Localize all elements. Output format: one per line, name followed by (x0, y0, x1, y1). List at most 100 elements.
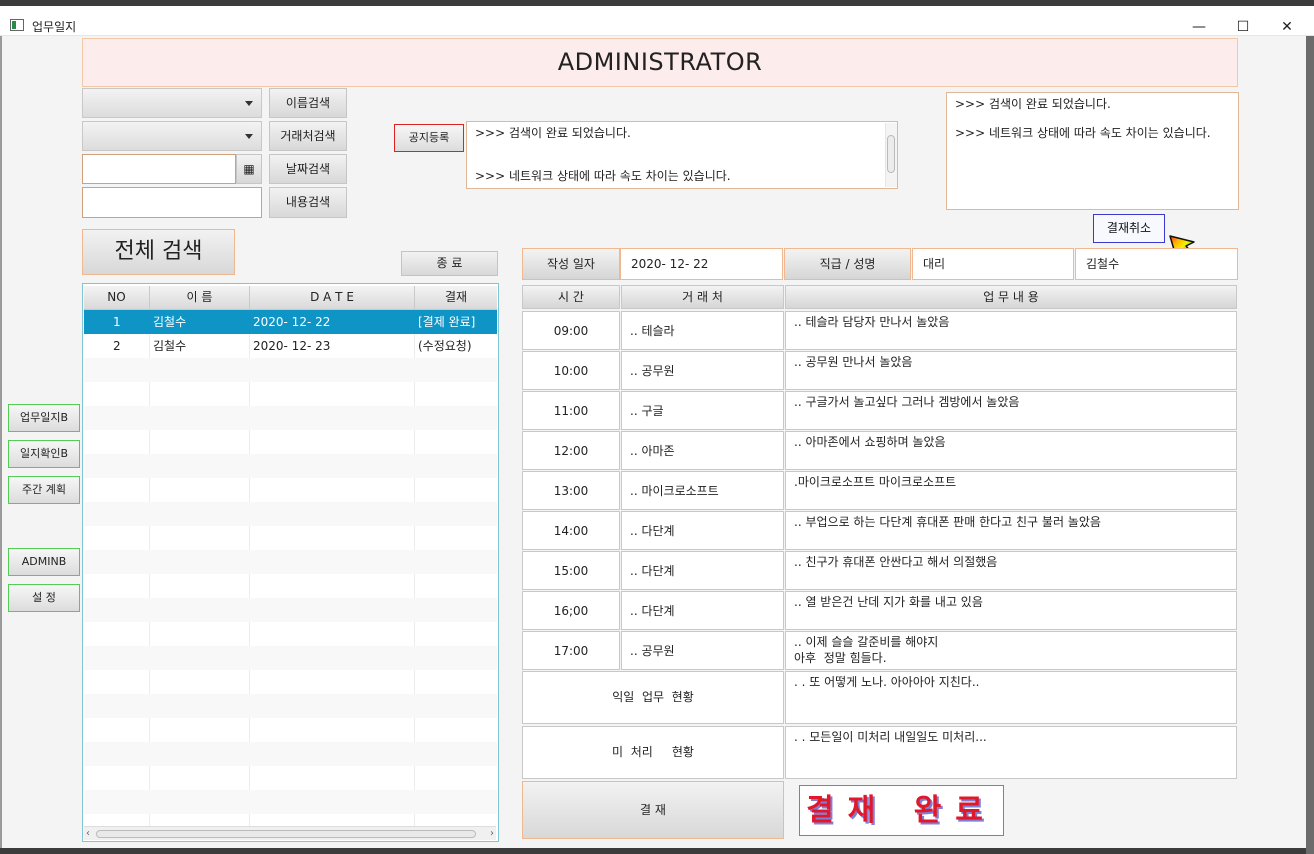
table-row[interactable] (84, 430, 497, 454)
task-field[interactable]: .. 열 받은건 난데 지가 화를 내고 있음 (785, 591, 1237, 630)
time-cell: 10:00 (522, 351, 620, 390)
task-text: .. 공무원 만나서 놀았음 (794, 355, 913, 369)
horizontal-scrollbar[interactable]: ‹ › (84, 826, 496, 840)
page-title: ADMINISTRATOR (82, 38, 1238, 87)
column-header-status[interactable]: 결재 (415, 286, 497, 310)
scroll-right-icon[interactable]: › (490, 827, 494, 840)
task-field[interactable]: .. 친구가 휴대폰 안싼다고 해서 의절했음 (785, 551, 1237, 590)
table-row[interactable] (84, 694, 497, 718)
approve-button[interactable]: 결 재 (522, 781, 784, 839)
column-header-name[interactable]: 이 름 (150, 286, 250, 310)
table-row[interactable] (84, 622, 497, 646)
column-header-date[interactable]: D A T E (250, 286, 415, 310)
notice-line: >>> 네트워크 상태에 따라 속도 차이는 있습니다. (475, 168, 731, 183)
row-date: 2020- 12- 23 (253, 339, 331, 353)
sidebar-item-settings[interactable]: 설 정 (8, 584, 80, 612)
client-select[interactable] (82, 121, 262, 151)
cancel-approval-button[interactable]: 결재취소 (1093, 214, 1165, 243)
table-row[interactable] (84, 550, 497, 574)
date-value: 2020- 12- 22 (620, 248, 783, 280)
notice-register-button[interactable]: 공지등록 (394, 124, 464, 152)
time-cell: 09:00 (522, 311, 620, 350)
table-row[interactable] (84, 742, 497, 766)
pending-field[interactable]: . . 모든일이 미처리 내일일도 미처리... (785, 726, 1237, 779)
client-search-button[interactable]: 거래처검색 (269, 121, 347, 151)
log-list-table[interactable]: NO 이 름 D A T E 결재 1 김철수 2020- 12- 22 [결제… (82, 283, 499, 842)
scrollbar-thumb[interactable] (887, 135, 895, 173)
status-line (955, 113, 1230, 126)
task-text: .. 친구가 휴대폰 안싼다고 해서 의절했음 (794, 555, 998, 569)
time-cell: 16;00 (522, 591, 620, 630)
table-row[interactable] (84, 646, 497, 670)
name-select[interactable] (82, 88, 262, 118)
table-row[interactable] (84, 478, 497, 502)
all-search-button[interactable]: 전체 검색 (82, 229, 235, 275)
table-row[interactable] (84, 574, 497, 598)
client-field[interactable]: .. 공무원 (621, 351, 784, 390)
client-field[interactable]: .. 공무원 (621, 631, 784, 670)
task-text: .. 부업으로 하는 다단계 휴대폰 판매 한다고 친구 불러 놀았음 (794, 515, 1101, 529)
content-search-button[interactable]: 내용검색 (269, 187, 347, 218)
status-line: >>> 네트워크 상태에 따라 속도 차이는 있습니다. (955, 125, 1211, 140)
table-row[interactable] (84, 526, 497, 550)
table-row[interactable] (84, 454, 497, 478)
client-field[interactable]: .. 아마존 (621, 431, 784, 470)
client-field[interactable]: .. 구글 (621, 391, 784, 430)
column-header-no[interactable]: NO (84, 286, 150, 310)
window-right-border (1306, 36, 1314, 854)
column-header-client: 거 래 처 (621, 285, 784, 309)
tomorrow-label: 익일 업무 현황 (522, 671, 784, 724)
table-row[interactable] (84, 406, 497, 430)
task-text: .. 아마존에서 쇼핑하며 놀았음 (794, 435, 946, 449)
table-row[interactable] (84, 718, 497, 742)
window-left-border (0, 36, 2, 854)
row-status: (수정요청) (418, 339, 472, 353)
column-header-task: 업 무 내 용 (785, 285, 1237, 309)
task-field[interactable]: .. 공무원 만나서 놀았음 (785, 351, 1237, 390)
task-field[interactable]: .마이크로소프트 마이크로소프트 (785, 471, 1237, 510)
sidebar-item-admin[interactable]: ADMINB (8, 548, 80, 576)
date-input[interactable] (82, 154, 236, 184)
task-field[interactable]: .. 부업으로 하는 다단계 휴대폰 판매 한다고 친구 불러 놀았음 (785, 511, 1237, 550)
task-text: .. 테슬라 담당자 만나서 놀았음 (794, 315, 950, 329)
calendar-icon[interactable]: ▦ (236, 154, 262, 184)
name-search-button[interactable]: 이름검색 (269, 88, 347, 118)
task-field[interactable]: .. 아마존에서 쇼핑하며 놀았음 (785, 431, 1237, 470)
scrollbar-thumb[interactable] (96, 830, 476, 838)
client-field[interactable]: .. 다단계 (621, 511, 784, 550)
content-input[interactable] (82, 187, 262, 218)
table-row[interactable] (84, 358, 497, 382)
table-row[interactable] (84, 598, 497, 622)
client-field[interactable]: .. 다단계 (621, 591, 784, 630)
sidebar-item-log-check[interactable]: 일지확인B (8, 440, 80, 468)
table-row[interactable]: 1 김철수 2020- 12- 22 [결제 완료] (84, 310, 497, 334)
table-row[interactable] (84, 502, 497, 526)
date-search-button[interactable]: 날짜검색 (269, 154, 347, 184)
client-field[interactable]: .. 다단계 (621, 551, 784, 590)
task-field[interactable]: .. 테슬라 담당자 만나서 놀았음 (785, 311, 1237, 350)
sidebar-item-weekly-plan[interactable]: 주간 계획 (8, 476, 80, 504)
sidebar-item-work-log[interactable]: 업무일지B (8, 404, 80, 432)
pending-text: . . 모든일이 미처리 내일일도 미처리... (794, 730, 987, 744)
chevron-down-icon (245, 134, 253, 139)
tomorrow-field[interactable]: . . 또 어떻게 노나. 아아아아 지친다.. (785, 671, 1237, 724)
scroll-left-icon[interactable]: ‹ (86, 827, 90, 840)
task-text: .마이크로소프트 마이크로소프트 (794, 475, 957, 489)
table-row[interactable] (84, 790, 497, 814)
table-row[interactable] (84, 670, 497, 694)
status-textarea[interactable]: >>> 검색이 완료 되었습니다. >>> 네트워크 상태에 따라 속도 차이는… (946, 92, 1239, 210)
table-row[interactable] (84, 382, 497, 406)
time-cell: 11:00 (522, 391, 620, 430)
vertical-scrollbar[interactable] (885, 123, 897, 187)
table-row[interactable]: 2 김철수 2020- 12- 23 (수정요청) (84, 334, 497, 358)
task-field[interactable]: .. 이제 슬슬 갈준비를 해야지 아후 정말 힘들다. (785, 631, 1237, 670)
time-cell: 14:00 (522, 511, 620, 550)
notice-textarea[interactable]: >>> 검색이 완료 되었습니다. >>> 네트워크 상태에 따라 속도 차이는… (466, 121, 898, 189)
title-bar[interactable]: 업무일지 — ☐ ✕ (0, 6, 1314, 36)
client-field[interactable]: .. 마이크로소프트 (621, 471, 784, 510)
exit-button[interactable]: 종 료 (401, 251, 498, 276)
table-row[interactable] (84, 766, 497, 790)
task-text: .. 열 받은건 난데 지가 화를 내고 있음 (794, 595, 983, 609)
client-field[interactable]: .. 테슬라 (621, 311, 784, 350)
task-field[interactable]: .. 구글가서 놀고싶다 그러나 겜방에서 놀았음 (785, 391, 1237, 430)
